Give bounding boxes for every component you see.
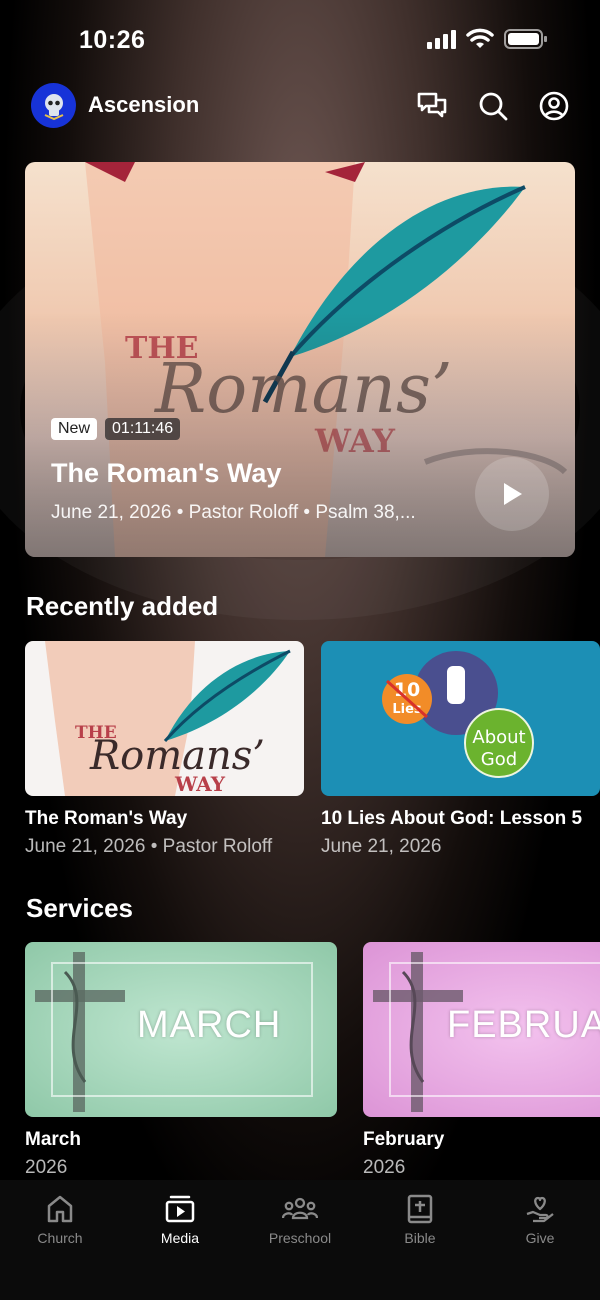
app-title: Ascension: [88, 92, 200, 117]
service-item-title: March: [25, 1129, 81, 1150]
recent-item-10-lies[interactable]: 10 Lies About God 10 Lies About God: Les…: [321, 641, 600, 858]
account-icon: [539, 91, 569, 121]
recent-item-title: The Roman's Way: [25, 808, 188, 829]
service-art-word: MARCH: [137, 1004, 282, 1046]
nav-label: Give: [525, 1230, 555, 1246]
recent-thumbnail: THE Romans’ WAY: [25, 641, 304, 796]
play-icon: [504, 483, 522, 505]
nav-item-media[interactable]: Media: [120, 1194, 240, 1246]
art-god-text: God: [481, 749, 517, 770]
search-icon: [479, 92, 508, 121]
nav-item-church[interactable]: Church: [0, 1194, 120, 1246]
featured-title: The Roman's Way: [51, 458, 282, 488]
service-item-subtitle: 2026: [363, 1157, 406, 1178]
featured-badges: New 01:11:46: [51, 418, 181, 440]
service-item-march[interactable]: MARCH March 2026: [25, 942, 337, 1179]
nav-label: Preschool: [268, 1230, 332, 1246]
church-logo[interactable]: [31, 83, 76, 128]
art-way-small: WAY: [174, 772, 226, 796]
featured-media-card[interactable]: THE Romans’ WAY New 01:11:46 The Roman's…: [25, 162, 575, 557]
signal-icon: [427, 29, 456, 49]
new-badge: New: [51, 418, 98, 440]
recent-thumbnail: 10 Lies About God: [321, 641, 600, 796]
nav-label: Bible: [404, 1230, 436, 1246]
home-icon: [47, 1195, 73, 1223]
battery-icon: [504, 29, 547, 49]
recent-item-subtitle: June 21, 2026: [321, 836, 442, 857]
chat-button[interactable]: [415, 89, 449, 123]
status-icons: [427, 28, 548, 50]
nav-item-preschool[interactable]: Preschool: [240, 1194, 360, 1246]
status-bar: 10:26: [0, 0, 600, 80]
skull-logo-icon: [44, 93, 63, 120]
featured-meta: June 21, 2026 • Pastor Roloff • Psalm 38…: [51, 502, 416, 523]
chat-icon: [417, 92, 447, 118]
nav-label: Media: [160, 1230, 200, 1246]
service-art-word: FEBRUARY: [447, 1004, 600, 1046]
recent-item-title: 10 Lies About God: Lesson 5: [321, 808, 583, 829]
services-heading: Services: [26, 893, 133, 923]
wifi-icon: [466, 28, 494, 48]
service-thumbnail: FEBRUARY: [363, 942, 600, 1117]
service-item-february[interactable]: FEBRUARY February 2026: [363, 942, 600, 1179]
nav-label: Church: [37, 1230, 83, 1246]
bible-icon: [407, 1194, 433, 1224]
recent-item-romans-way[interactable]: THE Romans’ WAY The Roman's Way June 21,…: [25, 641, 304, 858]
group-icon: [282, 1197, 318, 1220]
give-icon: [526, 1196, 554, 1223]
app-header: Ascension: [31, 83, 571, 129]
nav-item-bible[interactable]: Bible: [360, 1194, 480, 1246]
service-item-title: February: [363, 1129, 445, 1150]
status-time: 10:26: [79, 26, 146, 54]
bottom-navigation: Church Media Preschool Bible Give: [0, 1180, 600, 1300]
nav-item-give[interactable]: Give: [480, 1194, 600, 1246]
recent-item-subtitle: June 21, 2026 • Pastor Roloff: [25, 836, 273, 857]
service-thumbnail: MARCH: [25, 942, 337, 1117]
header-actions: [415, 89, 571, 123]
profile-button[interactable]: [537, 89, 571, 123]
recently-added-heading: Recently added: [26, 591, 219, 621]
service-item-subtitle: 2026: [25, 1157, 68, 1178]
duration-badge: 01:11:46: [105, 418, 181, 440]
art-about-text: About: [472, 727, 525, 748]
media-icon: [165, 1195, 195, 1223]
play-button[interactable]: [475, 457, 549, 531]
search-button[interactable]: [476, 89, 510, 123]
